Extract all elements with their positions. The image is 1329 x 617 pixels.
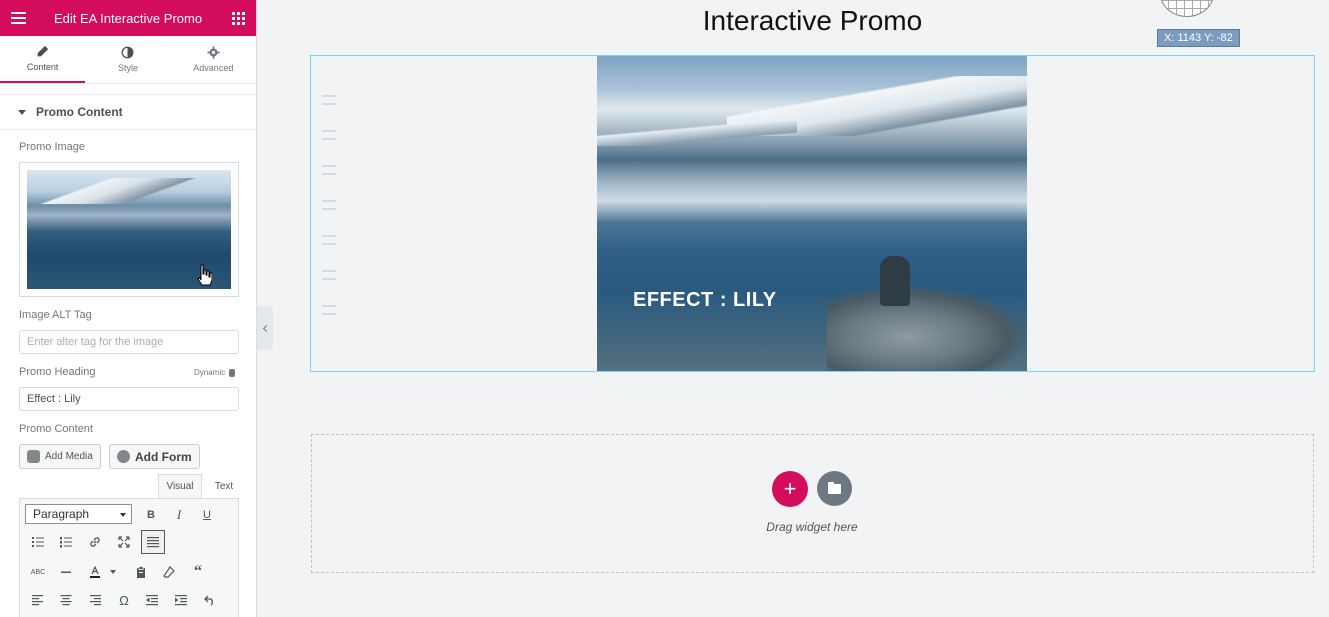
folder-icon — [828, 481, 841, 494]
align-left-button[interactable] — [27, 589, 49, 611]
bullet-list-icon — [32, 537, 44, 547]
indent-icon — [175, 595, 187, 606]
promo-image[interactable] — [597, 56, 1027, 371]
page-title: Interactive Promo — [702, 5, 923, 36]
panel-header: Edit EA Interactive Promo — [0, 0, 256, 36]
kitchen-sink-icon — [147, 537, 159, 548]
promo-heading-input[interactable]: Effect : Lily — [19, 387, 239, 411]
undo-icon — [204, 595, 213, 606]
outdent-button[interactable] — [141, 589, 163, 611]
template-library-button[interactable] — [817, 471, 852, 506]
strikethrough-button[interactable]: ABC — [27, 561, 49, 583]
underline-button[interactable]: U — [196, 504, 218, 526]
panel-tabs: Content Style Advanced — [0, 36, 256, 84]
chevron-left-icon — [262, 324, 271, 332]
link-icon — [90, 537, 100, 547]
horizontal-line-icon — [61, 571, 71, 573]
blockquote-button[interactable]: “ — [187, 561, 209, 583]
promo-image-label: Promo Image — [19, 141, 86, 153]
tab-content-label: Content — [26, 62, 59, 72]
database-icon — [229, 368, 236, 377]
form-icon — [117, 450, 130, 463]
hamburger-icon[interactable] — [0, 0, 36, 36]
cursor-coordinates: X: 1143 Y: -82 — [1157, 29, 1240, 47]
outdent-icon — [146, 595, 158, 606]
bullet-list-button[interactable] — [27, 531, 49, 553]
format-select[interactable]: Paragraph — [25, 504, 132, 524]
caret-down-icon — [18, 109, 26, 115]
align-left-icon — [32, 595, 43, 606]
collapse-panel-button[interactable] — [257, 306, 273, 350]
tab-visual[interactable]: Visual — [158, 474, 202, 498]
caret-down-icon — [110, 570, 116, 574]
toolbar-toggle-button[interactable] — [141, 530, 165, 554]
expand-icon — [118, 536, 130, 548]
add-section-button[interactable]: + — [772, 471, 808, 507]
chevron-down-icon — [120, 513, 126, 517]
horizontal-line-button[interactable] — [55, 561, 77, 583]
section-title: Promo Content — [36, 105, 123, 119]
contrast-icon — [122, 46, 134, 59]
tab-content[interactable]: Content — [0, 36, 86, 83]
eraser-icon — [163, 566, 175, 578]
alt-tag-label: Image ALT Tag — [19, 309, 92, 321]
add-form-button[interactable]: Add Form — [109, 444, 200, 469]
section-toggle[interactable]: Promo Content — [0, 94, 256, 130]
tab-style-label: Style — [117, 63, 138, 73]
numbered-list-button[interactable] — [55, 531, 77, 553]
undo-button[interactable] — [199, 589, 221, 611]
grid-icon[interactable] — [220, 0, 256, 36]
clipboard-icon — [137, 566, 145, 578]
align-center-icon — [60, 595, 72, 606]
numbered-list-icon — [60, 537, 72, 548]
format-select-value: Paragraph — [33, 507, 90, 521]
dynamic-tags-button[interactable]: Dynamic — [194, 368, 236, 377]
drag-widget-hint: Drag widget here — [766, 520, 858, 534]
tab-advanced[interactable]: Advanced — [171, 36, 256, 83]
special-character-button[interactable]: Ω — [113, 589, 135, 611]
alt-tag-input[interactable]: Enter alter tag for the image — [19, 330, 239, 354]
media-icon — [27, 450, 40, 463]
promo-heading: EFFECT : LILY — [633, 289, 777, 311]
fullscreen-button[interactable] — [113, 531, 135, 553]
gear-icon — [207, 46, 220, 59]
align-right-icon — [90, 595, 101, 606]
align-center-button[interactable] — [55, 589, 77, 611]
tab-text[interactable]: Text — [202, 474, 246, 498]
link-button[interactable] — [84, 531, 106, 553]
editor-toolbar: Paragraph B I U ABC “ Ω — [19, 498, 239, 617]
pencil-icon — [37, 45, 49, 57]
align-right-button[interactable] — [84, 589, 106, 611]
paste-text-button[interactable] — [130, 561, 152, 583]
promo-heading-label: Promo Heading — [19, 366, 96, 378]
italic-button[interactable]: I — [168, 504, 190, 526]
add-media-label: Add Media — [45, 451, 93, 462]
hand-cursor-icon — [197, 264, 212, 286]
widget-drop-zone[interactable] — [311, 434, 1314, 573]
promo-content-label: Promo Content — [19, 423, 93, 435]
editor-mode-tabs: Visual Text — [158, 474, 246, 498]
clear-formatting-button[interactable] — [158, 561, 180, 583]
text-color-button[interactable] — [84, 561, 106, 583]
tab-style[interactable]: Style — [85, 36, 170, 83]
bold-button[interactable]: B — [140, 504, 162, 526]
add-media-button[interactable]: Add Media — [19, 444, 101, 469]
tab-advanced-label: Advanced — [193, 63, 234, 73]
add-form-label: Add Form — [135, 449, 192, 464]
panel-title: Edit EA Interactive Promo — [53, 10, 203, 26]
text-color-icon — [90, 566, 100, 578]
magnifier-grid — [1160, 0, 1214, 17]
dynamic-label: Dynamic — [194, 368, 226, 377]
indent-button[interactable] — [170, 589, 192, 611]
text-color-dropdown[interactable] — [106, 561, 120, 583]
